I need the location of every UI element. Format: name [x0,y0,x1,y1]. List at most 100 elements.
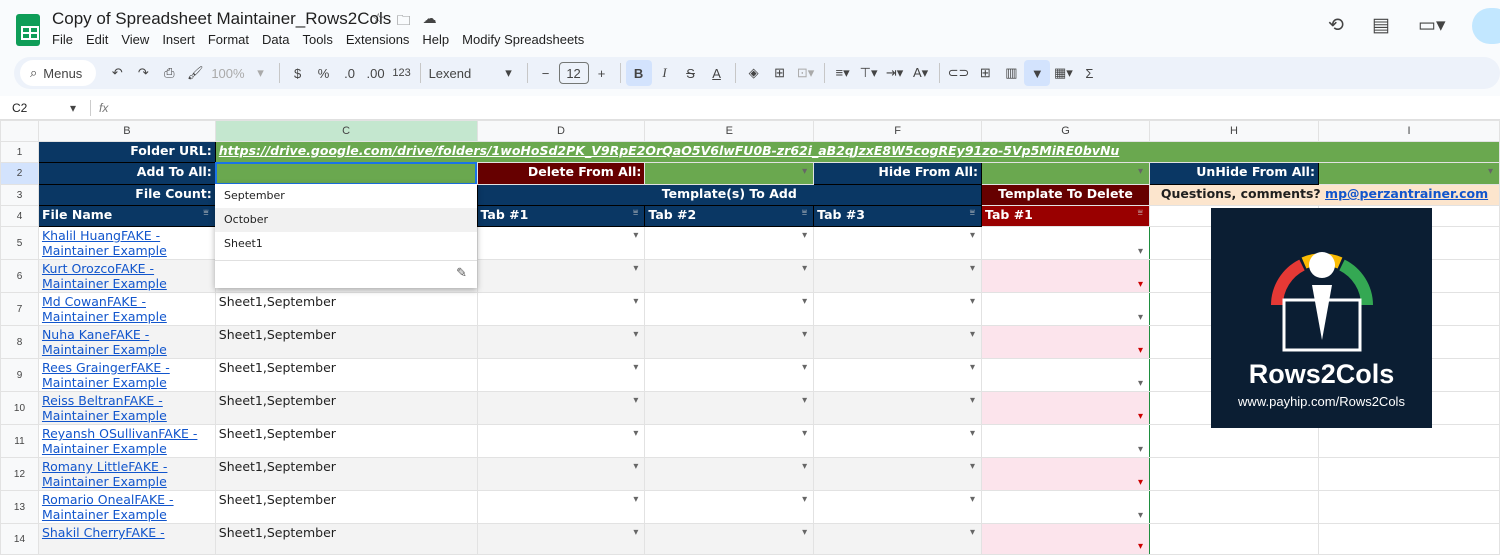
history-icon[interactable]: ⟲ [1328,14,1344,37]
row-header[interactable]: 5 [0,226,39,260]
menu-item[interactable]: Edit [86,32,108,47]
row-header[interactable]: 8 [0,325,39,359]
link-icon[interactable]: ⊂⊃ [945,60,973,86]
row-header[interactable]: 1 [0,141,39,163]
file-name-cell[interactable]: Nuha KaneFAKE - Maintainer Example [37,325,216,359]
tab2-dropdown[interactable] [644,522,815,555]
file-name-cell[interactable]: Reyansh OSullivanFAKE - Maintainer Examp… [37,424,216,458]
comments-icon[interactable]: ▤ [1372,14,1390,37]
dropdown-search-input[interactable]: ✎ [215,260,477,288]
filter-views-icon[interactable]: ▦▾ [1050,60,1076,86]
column-header-f[interactable]: F [813,120,983,142]
tab3-dropdown[interactable] [813,457,983,491]
cell[interactable] [1317,522,1500,555]
column-header-d[interactable]: D [476,120,646,142]
font-select[interactable]: Lexend [426,60,496,86]
file-link[interactable]: Khalil HuangFAKE - Maintainer Example [42,228,167,258]
tab2-dropdown[interactable] [644,259,815,293]
comment-icon[interactable]: ⊞ [972,60,998,86]
file-link[interactable]: Reyansh OSullivanFAKE - Maintainer Examp… [42,426,197,456]
column-header-h[interactable]: H [1148,120,1319,142]
tab1-dropdown[interactable] [476,391,646,425]
tab1-header[interactable]: Tab #1 [476,205,646,227]
edit-pencil-icon[interactable]: ✎ [456,266,467,281]
tabs-cell[interactable]: Sheet1,September [214,522,478,555]
tabs-cell[interactable]: Sheet1,September [214,391,478,425]
tab1-dropdown[interactable] [476,457,646,491]
tabs-cell[interactable]: Sheet1,September [214,325,478,359]
unhide-from-all-dropdown[interactable] [1317,162,1500,185]
tab3-dropdown[interactable] [813,522,983,555]
select-all-corner[interactable] [0,120,39,142]
file-link[interactable]: Romany LittleFAKE - Maintainer Example [42,459,167,489]
filter-icon[interactable]: ▼ [1024,60,1051,86]
dropdown-option-october[interactable]: October [215,208,477,232]
delete-tab1-dropdown[interactable] [981,457,1150,491]
dropdown-option-september[interactable]: September [215,184,477,208]
hide-from-all-dropdown[interactable] [981,162,1150,185]
decrease-font-size-button[interactable]: − [533,60,559,86]
column-header-i[interactable]: I [1317,120,1500,142]
strikethrough-icon[interactable]: S [678,60,704,86]
tab1-dropdown[interactable] [476,325,646,359]
file-name-cell[interactable]: Shakil CherryFAKE - [37,522,216,555]
more-formats-button[interactable]: 123 [389,60,415,86]
chart-icon[interactable]: ▥ [998,60,1024,86]
row-header[interactable]: 4 [0,205,39,227]
menu-item[interactable]: Help [422,32,449,47]
menu-item[interactable]: Extensions [346,32,410,47]
row-header[interactable]: 7 [0,292,39,326]
row-header[interactable]: 9 [0,358,39,392]
merge-cells-icon[interactable]: ⊡▾ [793,60,819,86]
column-header-c[interactable]: C [214,120,478,142]
file-name-header[interactable]: File Name [37,205,216,227]
selected-cell-c2[interactable] [215,162,477,185]
menu-item[interactable]: Tools [302,32,332,47]
tab3-dropdown[interactable] [813,490,983,524]
decrease-decimal-button[interactable]: .0 [337,60,363,86]
tab2-dropdown[interactable] [644,391,815,425]
delete-tab1-dropdown[interactable] [981,292,1150,326]
menu-item[interactable]: Format [208,32,249,47]
file-name-cell[interactable]: Romany LittleFAKE - Maintainer Example [37,457,216,491]
row-header[interactable]: 13 [0,490,39,524]
tabs-cell[interactable]: Sheet1,September [214,292,478,326]
row-header[interactable]: 14 [0,522,39,555]
text-wrap-icon[interactable]: ⇥▾ [882,60,908,86]
menus-search[interactable]: ⌕ Menus [20,60,97,86]
row-header[interactable]: 10 [0,391,39,425]
delete-tab1-header[interactable]: Tab #1 [981,205,1150,227]
zoom-select[interactable]: 100% [208,60,247,86]
share-button[interactable] [1472,8,1500,44]
row-header[interactable]: 6 [0,259,39,293]
star-icon[interactable]: ☆ [372,10,385,34]
tab3-header[interactable]: Tab #3 [813,205,983,227]
name-box[interactable]: C2 [0,101,70,115]
tab1-dropdown[interactable] [476,424,646,458]
delete-from-all-dropdown[interactable] [644,162,815,185]
tab1-dropdown[interactable] [476,292,646,326]
document-title[interactable]: Copy of Spreadsheet Maintainer_Rows2Cols [52,9,391,29]
column-header-e[interactable]: E [644,120,815,142]
fill-color-icon[interactable]: ◈ [741,60,767,86]
file-name-cell[interactable]: Md CowanFAKE - Maintainer Example [37,292,216,326]
folder-url-link[interactable]: https://drive.google.com/drive/folders/1… [219,143,1120,158]
delete-tab1-dropdown[interactable] [981,522,1150,555]
currency-button[interactable]: $ [285,60,311,86]
italic-icon[interactable]: I [652,60,678,86]
tab3-dropdown[interactable] [813,358,983,392]
tabs-cell[interactable]: Sheet1,September [214,424,478,458]
delete-tab1-dropdown[interactable] [981,358,1150,392]
menu-item[interactable]: Data [262,32,289,47]
file-link[interactable]: Rees GraingerFAKE - Maintainer Example [42,360,170,390]
file-link[interactable]: Md CowanFAKE - Maintainer Example [42,294,167,324]
file-link[interactable]: Reiss BeltranFAKE - Maintainer Example [42,393,167,423]
file-link[interactable]: Kurt OrozcoFAKE - Maintainer Example [42,261,167,291]
increase-decimal-button[interactable]: .00 [363,60,389,86]
file-name-cell[interactable]: Khalil HuangFAKE - Maintainer Example [37,226,216,260]
tabs-cell[interactable]: Sheet1,September [214,457,478,491]
tab3-dropdown[interactable] [813,325,983,359]
cell[interactable] [1317,457,1500,491]
delete-tab1-dropdown[interactable] [981,325,1150,359]
delete-tab1-dropdown[interactable] [981,391,1150,425]
